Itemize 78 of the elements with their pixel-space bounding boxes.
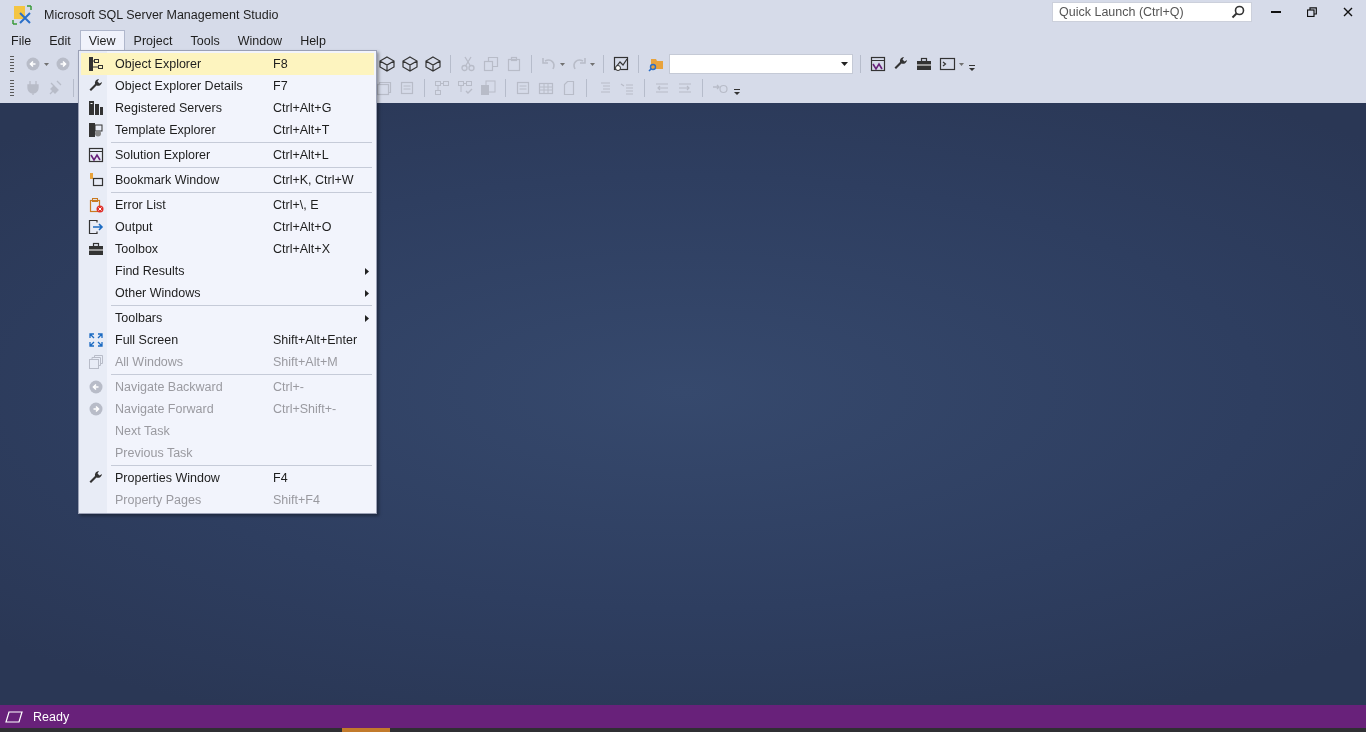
quick-launch-field[interactable]: Quick Launch (Ctrl+Q) [1052, 2, 1252, 22]
submenu-arrow-icon [365, 314, 369, 322]
menu-item[interactable]: Object Explorer Details F7 [81, 75, 374, 97]
back-icon [88, 379, 104, 395]
folder-search-icon[interactable] [648, 56, 664, 72]
forward-icon[interactable] [55, 56, 71, 72]
toolbar-grip[interactable] [10, 79, 14, 97]
forward-icon [88, 401, 104, 417]
submenu-arrow-icon [365, 267, 369, 275]
menu-item[interactable]: Properties Window F4 [81, 467, 374, 489]
wrench-icon[interactable] [893, 56, 909, 72]
menu-item[interactable]: Other Windows [81, 282, 374, 304]
window-title: Microsoft SQL Server Management Studio [44, 8, 279, 22]
menu-item[interactable]: Toolbox Ctrl+Alt+X [81, 238, 374, 260]
caret-icon [841, 62, 848, 66]
menu-bar-item[interactable]: Window [228, 30, 292, 51]
chart-icon[interactable] [613, 56, 629, 72]
paste-icon[interactable] [506, 56, 522, 72]
output-icon [88, 219, 104, 235]
active-indicator [342, 728, 390, 732]
server-icon[interactable] [480, 80, 496, 96]
document-icon[interactable] [399, 80, 415, 96]
tree-icon [88, 56, 104, 72]
menu-item[interactable]: Solution Explorer Ctrl+Alt+L [81, 144, 374, 166]
status-icon [5, 710, 23, 723]
clipboard-error-icon [88, 197, 104, 213]
menu-item[interactable]: Toolbars [81, 307, 374, 329]
app-logo-icon [12, 5, 32, 25]
dropdown-field[interactable] [669, 54, 853, 74]
window-stack-icon [88, 354, 104, 370]
table-icon[interactable] [538, 80, 554, 96]
menu-item[interactable]: Find Results [81, 260, 374, 282]
close-icon [1343, 7, 1353, 17]
menu-bar-item[interactable]: Project [124, 30, 182, 51]
cube-icon[interactable] [379, 56, 395, 72]
restore-icon [1307, 7, 1317, 17]
template-icon [88, 122, 104, 138]
terminal-icon[interactable] [939, 56, 956, 72]
menu-item[interactable]: Registered Servers Ctrl+Alt+G [81, 97, 374, 119]
plug-icon[interactable] [25, 80, 41, 96]
menu-item[interactable]: Object Explorer F8 [81, 53, 374, 75]
expand-icon [88, 332, 104, 348]
menu-item[interactable]: Output Ctrl+Alt+O [81, 216, 374, 238]
increase-indent-icon[interactable] [677, 80, 693, 96]
search-icon [1231, 5, 1245, 19]
window-stack-icon[interactable] [376, 80, 392, 96]
toolbox-icon[interactable] [916, 56, 932, 72]
toolbar-grip[interactable] [10, 55, 14, 73]
page-icon[interactable] [561, 80, 577, 96]
decrease-indent-icon[interactable] [654, 80, 670, 96]
wrench-icon [88, 78, 104, 94]
submenu-arrow-icon [365, 289, 369, 297]
toolbox-icon [88, 241, 104, 257]
menu-bar-item[interactable]: View [79, 30, 125, 51]
menu-bar-item[interactable]: Tools [181, 30, 229, 51]
diagram-icon[interactable] [457, 80, 473, 96]
copy-icon[interactable] [483, 56, 499, 72]
menu-item[interactable]: Template Explorer Ctrl+Alt+T [81, 119, 374, 141]
server-icon [88, 100, 104, 116]
menu-bar-item[interactable]: File [2, 30, 41, 51]
status-text: Ready [33, 709, 70, 724]
menu-item[interactable]: Bookmark Window Ctrl+K, Ctrl+W [81, 169, 374, 191]
cube-icon[interactable] [425, 56, 441, 72]
plug-icon[interactable] [48, 80, 64, 96]
menu-bar-item[interactable]: Edit [40, 30, 80, 51]
diagram-icon[interactable] [434, 80, 450, 96]
menu-item[interactable]: Full Screen Shift+Alt+Enter [81, 329, 374, 351]
menu-bar-item[interactable]: Help [291, 30, 335, 51]
bookmark-icon [88, 172, 104, 188]
menu-item[interactable]: Error List Ctrl+\, E [81, 194, 374, 216]
cut-icon[interactable] [460, 56, 476, 72]
back-icon[interactable] [25, 56, 41, 72]
document-icon[interactable] [515, 80, 531, 96]
minimize-icon [1271, 11, 1281, 13]
cube-icon[interactable] [402, 56, 418, 72]
wrench-icon [88, 470, 104, 486]
window-icon[interactable] [870, 56, 886, 72]
window-icon [88, 147, 104, 163]
